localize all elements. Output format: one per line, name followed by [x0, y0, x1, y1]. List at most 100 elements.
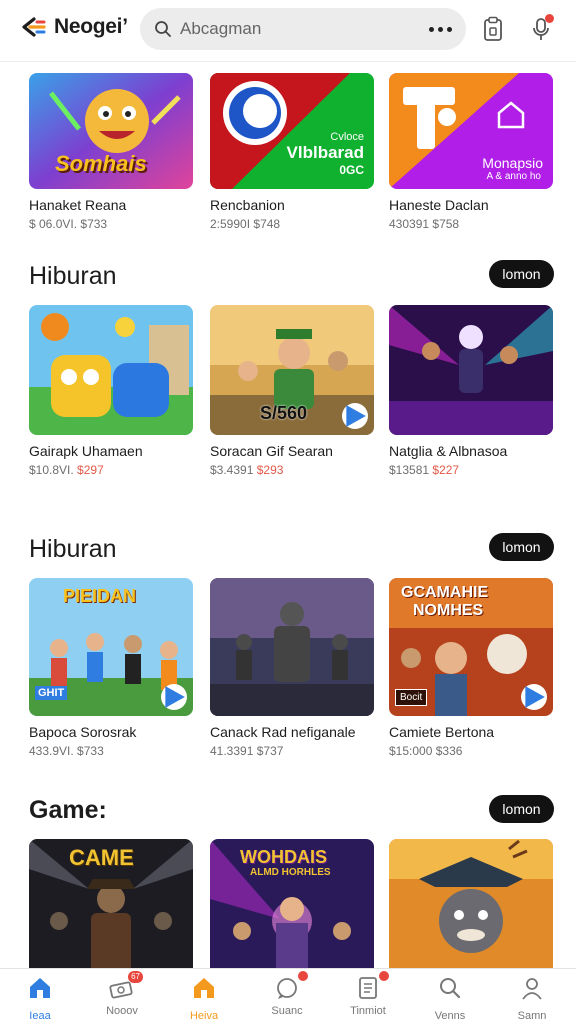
app-meta: $10.8VI. $297 [29, 463, 104, 477]
app-card[interactable]: Somhais Hanaket Reana $ 06.0VI. $733 [29, 73, 193, 231]
play-icon[interactable] [342, 403, 368, 429]
app-meta: $13581 $227 [389, 463, 460, 477]
thumbnail-label: Bocit [395, 689, 428, 706]
search-bar[interactable] [140, 8, 466, 50]
nav-label: Tinmiot [350, 1005, 386, 1017]
app-card[interactable]: Natglia & Albnasoa $13581 $227 [389, 305, 553, 477]
nav-label: Heiva [189, 1010, 219, 1022]
play-icon[interactable] [161, 684, 187, 710]
app-card[interactable]: PIEIDAN GHIT Bapoca Sorosrak 433.9VI. $7… [29, 578, 193, 758]
app-card[interactable]: Gairapk Uhamaen $10.8VI. $297 [29, 305, 193, 477]
thumbnail-subtitle: NOMHES [413, 602, 484, 619]
microphone-button[interactable] [526, 14, 556, 44]
app-card[interactable] [389, 839, 553, 977]
app-title: Haneste Daclan [389, 197, 489, 213]
nav-item-chat[interactable]: Suanc [255, 971, 319, 1017]
logo-icon [22, 17, 46, 37]
search-icon [440, 978, 461, 999]
app-thumbnail: S/560 [210, 305, 374, 435]
thumbnail-title: GCAMAHIE [401, 584, 489, 601]
thumbnail-caption: Cvloce [330, 131, 364, 143]
thumbnail-subtitle: A & anno ho [486, 171, 542, 182]
thumbnail-title: Monapsio [482, 155, 543, 171]
app-card[interactable]: CAME [29, 839, 193, 977]
thumbnail-subtitle: 0GC [339, 163, 364, 177]
document-icon [355, 971, 389, 1001]
app-title: Natglia & Albnasoa [389, 443, 508, 459]
nav-item-cash[interactable]: 67 Nooov [90, 971, 154, 1017]
see-more-button[interactable]: lomon [489, 260, 554, 288]
app-meta: 430391 $758 [389, 217, 460, 231]
thumbnail-title: S/560 [260, 403, 308, 423]
app-meta: 433.9VI. $733 [29, 744, 104, 758]
app-card[interactable]: Canack Rad nefiganale 41.3391 $737 [210, 578, 374, 758]
app-thumbnail: GCAMAHIE NOMHES Bocit [389, 578, 553, 716]
clipboard-icon[interactable] [478, 14, 508, 44]
nav-item-profile[interactable]: Samn [500, 975, 564, 1022]
app-name: Neogei’ [54, 15, 128, 38]
app-card[interactable]: S/560 Soracan Gif Searan $3.4391 $293 [210, 305, 374, 477]
notification-badge: 67 [128, 971, 143, 983]
thumbnail-label: GHIT [35, 686, 68, 700]
section-heading: Game: [29, 796, 107, 824]
thumbnail-subtitle: ALMD HORHLES [250, 867, 331, 878]
app-card[interactable]: Cvloce Vlblbarad 0GC Rencbanion 2:5990I … [210, 73, 374, 231]
nav-item-search[interactable]: Venns [418, 975, 482, 1022]
bottom-navigation: Ieaa 67 Nooov Heiva Suanc Tinmiot Venns … [0, 968, 576, 1024]
notification-badge [298, 971, 308, 981]
app-thumbnail: Somhais [29, 73, 193, 189]
app-title: Gairapk Uhamaen [29, 443, 143, 459]
see-more-button[interactable]: lomon [489, 533, 554, 561]
play-icon[interactable] [521, 684, 547, 710]
nav-label: Samn [517, 1010, 547, 1022]
nav-item-documents[interactable]: Tinmiot [336, 971, 400, 1017]
cash-icon: 67 [109, 971, 143, 1001]
app-title: Canack Rad nefiganale [210, 724, 356, 740]
home-icon [30, 978, 50, 998]
thumbnail-title: CAME [69, 845, 134, 870]
app-thumbnail [389, 305, 553, 435]
app-card[interactable]: GCAMAHIE NOMHES Bocit Camiete Bertona $1… [389, 578, 553, 758]
app-thumbnail [29, 305, 193, 435]
app-thumbnail: Cvloce Vlblbarad 0GC [210, 73, 374, 189]
nav-item-featured[interactable]: Heiva [172, 975, 236, 1022]
nav-label: Venns [434, 1010, 466, 1022]
app-thumbnail: CAME [29, 839, 193, 977]
app-meta: $15:000 $336 [389, 744, 463, 758]
top-app-bar: Neogei’ [0, 0, 576, 62]
app-card[interactable]: WOHDAIS ALMD HORHLES [210, 839, 374, 977]
app-thumbnail: WOHDAIS ALMD HORHLES [210, 839, 374, 977]
thumbnail-title: Vlblbarad [286, 143, 364, 162]
more-options-icon[interactable] [429, 20, 452, 38]
nav-label: Ieaa [29, 1010, 51, 1022]
home-icon [194, 978, 214, 998]
chat-icon [274, 971, 308, 1001]
app-title: Soracan Gif Searan [210, 443, 333, 459]
thumbnail-title: WOHDAIS [240, 847, 327, 867]
app-meta: 41.3391 $737 [210, 744, 284, 758]
app-logo[interactable]: Neogei’ [20, 14, 128, 40]
notification-badge [379, 971, 389, 981]
app-thumbnail [389, 839, 553, 977]
app-title: Camiete Bertona [389, 724, 495, 740]
app-thumbnail: Monapsio A & anno ho [389, 73, 553, 189]
app-thumbnail: PIEIDAN GHIT [29, 578, 193, 716]
app-meta: $3.4391 $293 [210, 463, 284, 477]
app-title: Rencbanion [210, 197, 285, 213]
app-meta: $ 06.0VI. $733 [29, 217, 108, 231]
section-heading: Hiburan [29, 262, 117, 290]
thumbnail-title: Somhais [55, 151, 147, 176]
thumbnail-title: PIEIDAN [63, 586, 137, 606]
nav-label: Suanc [271, 1005, 303, 1017]
app-card[interactable]: Monapsio A & anno ho Haneste Daclan 4303… [389, 73, 553, 231]
search-input[interactable] [180, 16, 410, 42]
nav-item-home[interactable]: Ieaa [8, 975, 72, 1022]
see-more-button[interactable]: lomon [489, 795, 554, 823]
app-title: Hanaket Reana [29, 197, 127, 213]
app-title: Bapoca Sorosrak [29, 724, 137, 740]
section-heading: Hiburan [29, 535, 117, 563]
app-meta: 2:5990I $748 [210, 217, 281, 231]
app-thumbnail [210, 578, 374, 716]
notification-dot [545, 14, 554, 23]
search-icon [155, 21, 171, 37]
